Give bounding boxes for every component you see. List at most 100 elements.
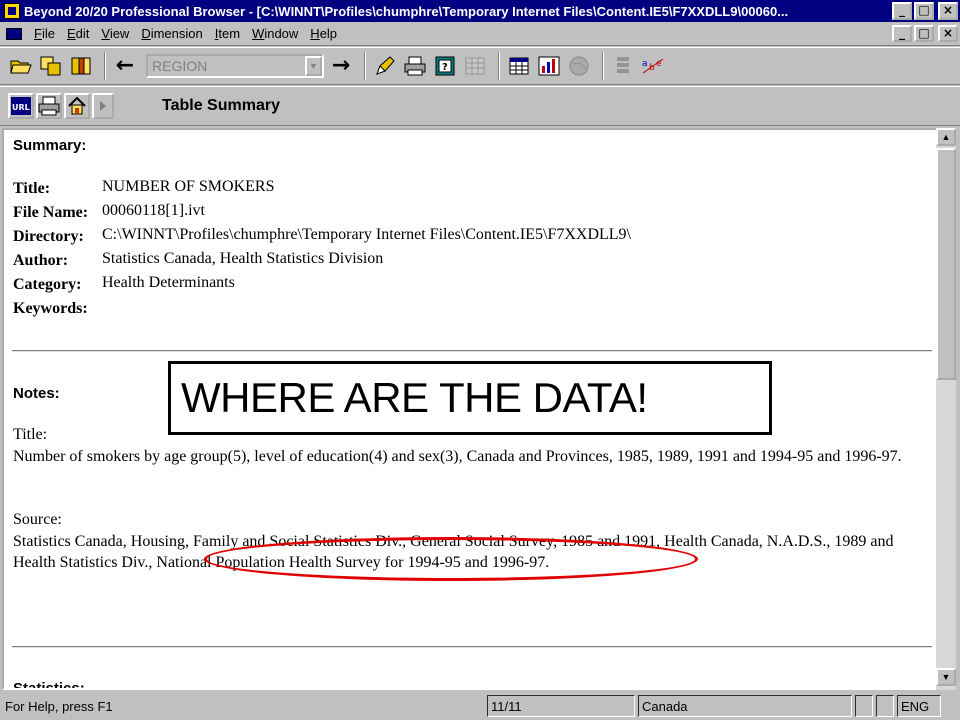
open-table-button[interactable] — [38, 53, 64, 79]
next-page-button[interactable] — [92, 93, 114, 119]
url-icon: URL — [11, 97, 31, 115]
svg-text:URL: URL — [12, 103, 30, 112]
grid-icon — [465, 57, 485, 75]
status-indicator-1 — [855, 695, 873, 717]
globe-icon — [569, 56, 589, 76]
open-folder-icon — [10, 60, 32, 74]
help-book-icon: ? — [435, 56, 455, 76]
abc-sort-icon: abe — [642, 58, 664, 74]
window-controls: _ □ × — [892, 2, 958, 20]
scroll-down-button[interactable]: ▼ — [936, 668, 956, 686]
menu-file[interactable]: File — [28, 26, 61, 41]
table-icon — [509, 57, 529, 75]
dimension-dropdown-button[interactable]: ▼ — [305, 56, 322, 76]
printer-icon — [404, 56, 426, 76]
section-divider — [12, 350, 932, 352]
document-window-controls: _ □ × — [892, 25, 958, 42]
status-page: 11/11 — [487, 695, 635, 717]
section-divider — [12, 646, 932, 648]
callout-text: WHERE ARE THE DATA! — [181, 374, 648, 421]
window-title: Beyond 20/20 Professional Browser - [C:\… — [24, 3, 789, 19]
table-view-button[interactable] — [506, 53, 532, 79]
highlight-ellipse — [204, 537, 698, 581]
toolbar-separator — [364, 52, 366, 80]
open-folder-button[interactable] — [8, 53, 34, 79]
forward-button[interactable]: → — [328, 53, 354, 79]
sort-button[interactable] — [610, 53, 636, 79]
author-value: Statistics Canada, Health Statistics Div… — [102, 250, 384, 267]
maximize-button[interactable]: □ — [914, 2, 934, 20]
copy-icon — [40, 56, 61, 76]
minimize-button[interactable]: _ — [892, 2, 912, 20]
toolbar-separator — [104, 52, 106, 80]
directory-label: Directory: — [13, 228, 84, 245]
doc-restore-button[interactable]: □ — [914, 25, 934, 42]
print-button[interactable] — [402, 53, 428, 79]
status-region: Canada — [638, 695, 852, 717]
menu-help[interactable]: Help — [304, 26, 343, 41]
dimension-select[interactable]: REGION ▼ — [146, 54, 324, 78]
statistics-heading: Statistics: — [13, 680, 85, 690]
url-button[interactable]: URL — [8, 93, 34, 119]
home-button[interactable] — [64, 93, 90, 119]
book-icon — [71, 57, 91, 75]
notes-title-text: Number of smokers by age group(5), level… — [13, 448, 902, 465]
page-title: Table Summary — [162, 97, 280, 114]
forward-arrow-icon: → — [331, 53, 351, 78]
summary-pane: Summary: Title: NUMBER OF SMOKERS File N… — [2, 128, 938, 690]
menu-view[interactable]: View — [95, 26, 135, 41]
keywords-label: Keywords: — [13, 300, 88, 317]
menu-window[interactable]: Window — [246, 26, 304, 41]
directory-value: C:\WINNT\Profiles\chumphre\Temporary Int… — [102, 226, 631, 243]
chart-view-button[interactable] — [536, 53, 562, 79]
filename-label: File Name: — [13, 204, 89, 221]
map-view-button[interactable] — [566, 53, 592, 79]
title-bar: Beyond 20/20 Professional Browser - [C:\… — [0, 0, 960, 22]
pencil-button[interactable] — [372, 53, 398, 79]
toolbar-separator — [602, 52, 604, 80]
help-book-button[interactable]: ? — [432, 53, 458, 79]
grid-button[interactable] — [462, 53, 488, 79]
dimension-select-value: REGION — [152, 58, 208, 74]
stack-icon — [617, 57, 629, 73]
status-language: ENG — [897, 695, 941, 717]
home-icon — [68, 96, 86, 115]
author-label: Author: — [13, 252, 69, 269]
menu-dimension[interactable]: Dimension — [135, 26, 208, 41]
back-button[interactable]: ← — [112, 53, 138, 79]
menu-bar: File Edit View Dimension Item Window Hel… — [0, 22, 960, 46]
printer-icon — [38, 96, 60, 116]
scroll-up-button[interactable]: ▲ — [936, 128, 956, 146]
scroll-thumb[interactable] — [936, 148, 956, 380]
menu-edit[interactable]: Edit — [61, 26, 95, 41]
filename-value: 00060118[1].ivt — [102, 202, 205, 219]
summary-heading: Summary: — [13, 137, 87, 154]
pencil-icon — [376, 56, 395, 75]
title-label: Title: — [13, 180, 51, 197]
status-indicator-2 — [876, 695, 894, 717]
app-icon[interactable] — [4, 3, 20, 19]
notes-title-label: Title: — [13, 426, 48, 443]
menu-item[interactable]: Item — [209, 26, 246, 41]
back-arrow-icon: ← — [115, 53, 135, 78]
category-value: Health Determinants — [102, 274, 235, 291]
status-bar: For Help, press F1 11/11 Canada ENG — [0, 692, 960, 720]
abc-button[interactable]: abe — [640, 53, 666, 79]
navigation-bar: URL Table Summary — [0, 86, 960, 126]
notes-heading: Notes: — [13, 385, 60, 402]
toolbar: ← REGION ▼ → ? abe — [0, 47, 960, 85]
toolbar-separator — [498, 52, 500, 80]
vertical-scrollbar[interactable]: ▲ ▼ — [936, 128, 956, 690]
callout-box: WHERE ARE THE DATA! — [168, 361, 772, 435]
doc-minimize-button[interactable]: _ — [892, 25, 912, 42]
book-button[interactable] — [68, 53, 94, 79]
play-icon — [100, 101, 106, 111]
doc-close-button[interactable]: × — [938, 25, 958, 42]
close-button[interactable]: × — [938, 2, 958, 20]
print-page-button[interactable] — [36, 93, 62, 119]
svg-text:a: a — [642, 59, 648, 69]
status-help: For Help, press F1 — [5, 698, 113, 714]
category-label: Category: — [13, 276, 82, 293]
document-icon[interactable] — [6, 27, 22, 40]
notes-source-label: Source: — [13, 511, 62, 528]
